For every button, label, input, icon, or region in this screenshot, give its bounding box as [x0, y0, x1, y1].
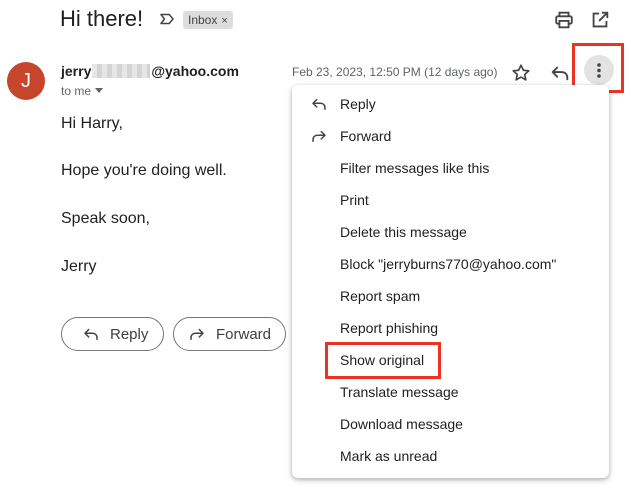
chevron-down-icon [95, 88, 104, 93]
menu-item-print[interactable]: Print [292, 184, 609, 216]
sender-email-suffix: @yahoo.com [151, 63, 239, 79]
menu-item-translate-message[interactable]: Translate message [292, 376, 609, 408]
message-date: Feb 23, 2023, 12:50 PM (12 days ago) [292, 65, 498, 79]
recipient-details[interactable]: to me [61, 84, 104, 98]
menu-item-download-message[interactable]: Download message [292, 408, 609, 440]
reply-icon[interactable] [549, 62, 571, 84]
body-line: Hi Harry, [61, 115, 123, 132]
redacted-block [92, 64, 151, 78]
more-options-menu: Reply Forward Filter messages like this … [292, 85, 609, 478]
menu-item-label: Translate message [340, 384, 459, 400]
menu-item-mark-unread[interactable]: Mark as unread [292, 440, 609, 472]
menu-item-block-sender[interactable]: Block "jerryburns770@yahoo.com" [292, 248, 609, 280]
forward-button[interactable]: Forward [173, 317, 286, 351]
forward-button-label: Forward [216, 325, 272, 343]
menu-item-label: Report phishing [340, 320, 439, 336]
sender-email-prefix: jerry [61, 63, 92, 79]
reply-button-label: Reply [110, 325, 149, 343]
print-icon[interactable] [553, 9, 575, 31]
menu-item-report-phishing[interactable]: Report phishing [292, 312, 609, 344]
menu-item-label: Reply [340, 96, 376, 112]
reply-icon [312, 98, 326, 110]
menu-item-forward[interactable]: Forward [292, 120, 609, 152]
menu-item-label: Delete this message [340, 224, 467, 240]
menu-item-label: Print [340, 192, 369, 208]
body-line: Hope you're doing well. [61, 162, 227, 179]
body-line: Jerry [61, 258, 97, 275]
important-marker-icon[interactable] [158, 10, 176, 28]
menu-item-label: Mark as unread [340, 448, 438, 464]
open-in-new-window-icon[interactable] [589, 9, 611, 31]
menu-item-label: Report spam [340, 288, 421, 304]
show-original-highlight [325, 342, 441, 379]
menu-item-label: Forward [340, 128, 392, 144]
reply-button[interactable]: Reply [61, 317, 164, 351]
body-line: Speak soon, [61, 210, 150, 227]
menu-item-label: Download message [340, 416, 463, 432]
menu-item-report-spam[interactable]: Report spam [292, 280, 609, 312]
menu-item-label: Block "jerryburns770@yahoo.com" [340, 256, 557, 272]
inbox-label-text: Inbox [188, 13, 218, 27]
remove-label-icon[interactable]: × [221, 15, 227, 27]
menu-item-reply[interactable]: Reply [292, 88, 609, 120]
reply-icon [84, 328, 98, 340]
forward-icon [312, 130, 326, 142]
sender-avatar[interactable]: J [7, 62, 45, 100]
email-subject: Hi there! [60, 6, 144, 31]
forward-icon [190, 328, 204, 340]
inbox-label-chip[interactable]: Inbox × [183, 11, 233, 29]
menu-item-label: Filter messages like this [340, 160, 490, 176]
menu-item-filter-messages[interactable]: Filter messages like this [292, 152, 609, 184]
star-icon[interactable] [510, 62, 532, 84]
recipient-text: to me [61, 84, 92, 98]
menu-item-delete-message[interactable]: Delete this message [292, 216, 609, 248]
sender-email[interactable]: jerry @yahoo.com [61, 63, 239, 79]
